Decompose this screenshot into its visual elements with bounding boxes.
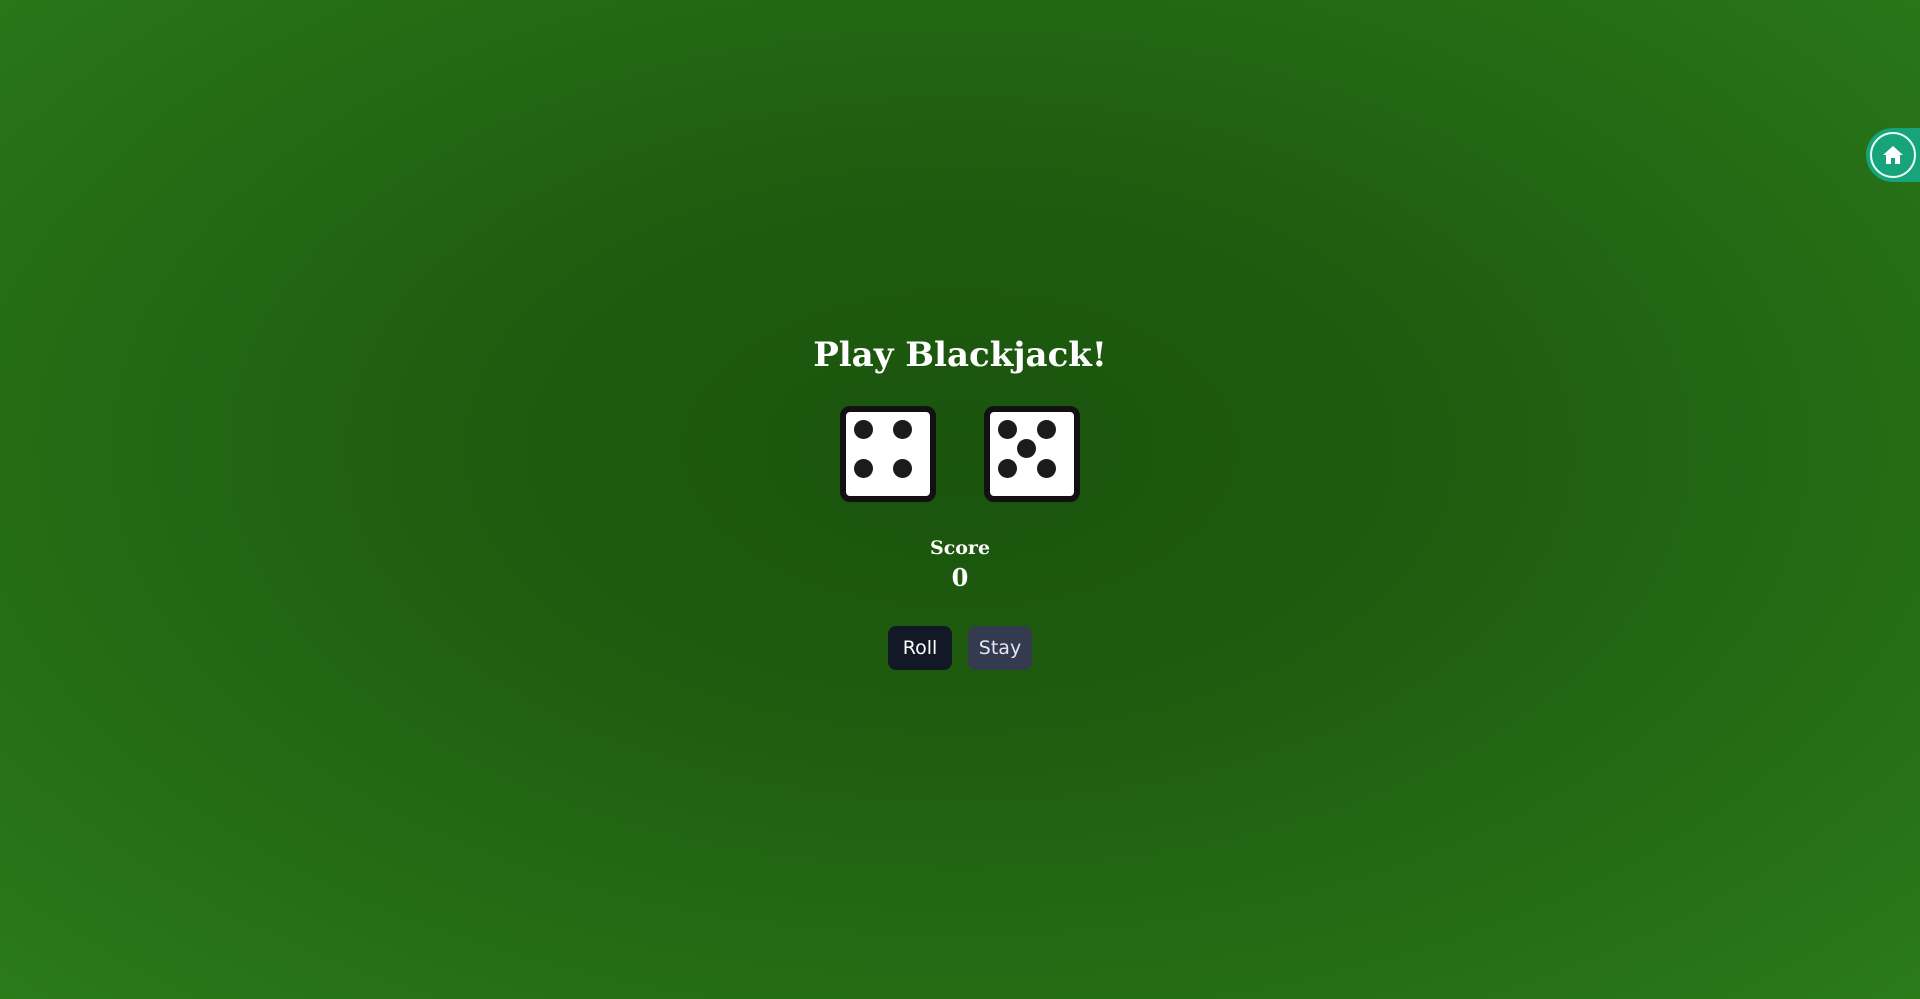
die-pip (1036, 458, 1056, 478)
roll-button[interactable]: Roll (888, 626, 952, 670)
die-2 (984, 406, 1080, 502)
die-pip (853, 419, 873, 439)
game-panel: Play Blackjack! Score 0 Roll Stay (0, 0, 1920, 999)
die-pip (997, 419, 1017, 439)
die-pip (997, 458, 1017, 478)
die-pip (892, 419, 912, 439)
score-value: 0 (951, 563, 969, 592)
die-pip (892, 458, 912, 478)
die-pip (1017, 439, 1036, 458)
die-1 (840, 406, 936, 502)
die-pip (1036, 419, 1056, 439)
score-label: Score (929, 537, 991, 559)
die-pip (853, 458, 873, 478)
game-title: Play Blackjack! (813, 335, 1107, 375)
stay-button[interactable]: Stay (968, 626, 1032, 670)
